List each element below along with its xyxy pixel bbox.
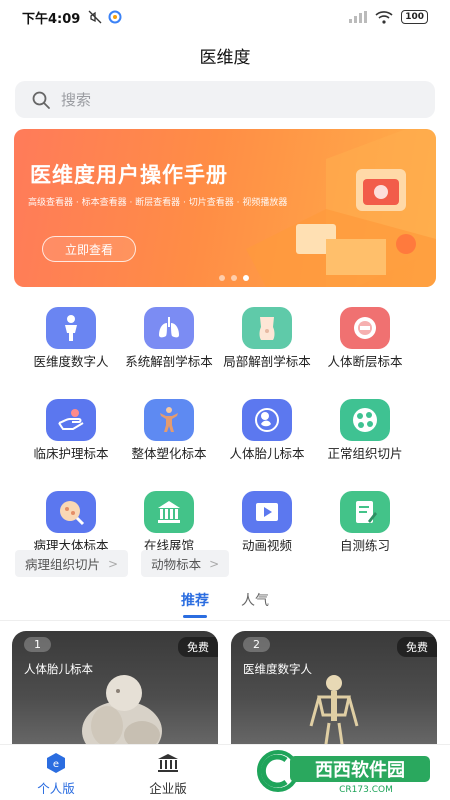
grid-item-systematic-anatomy[interactable]: 系统解剖学标本 xyxy=(120,307,218,391)
grid-item-label: 系统解剖学标本 xyxy=(125,354,213,369)
grid-item-regional-anatomy[interactable]: 局部解剖学标本 xyxy=(218,307,316,391)
status-time: 下午4:09 xyxy=(22,11,81,27)
grid-item-label: 医维度数字人 xyxy=(33,354,109,369)
divider xyxy=(0,620,450,621)
grid-item-label: 人体胎儿标本 xyxy=(229,446,305,461)
nav-label: 个人版 xyxy=(37,781,75,796)
search-input[interactable]: 搜索 xyxy=(15,81,435,118)
fetus-icon xyxy=(255,408,279,432)
content-tabs: 推荐 人气 xyxy=(0,590,450,618)
wifi-icon xyxy=(375,10,393,24)
grid-item-label: 人体断层标本 xyxy=(327,354,403,369)
hand-care-icon xyxy=(58,409,84,430)
search-placeholder: 搜索 xyxy=(61,91,92,109)
grid-item-label: 整体塑化标本 xyxy=(131,446,207,461)
content-card-fetus[interactable]: 1 免费 人体胎儿标本 xyxy=(12,631,218,751)
watermark-logo: 西西软件园 CR173.COM xyxy=(257,750,430,794)
tab-popular[interactable]: 人气 xyxy=(241,590,269,618)
watermark-url: CR173.COM xyxy=(339,785,393,794)
watermark-text: 西西软件园 xyxy=(315,759,405,781)
banner-view-button[interactable]: 立即查看 xyxy=(42,236,136,262)
grid-item-cross-section[interactable]: 人体断层标本 xyxy=(316,307,414,391)
carousel-dot-active xyxy=(243,275,249,281)
chevron-right-icon: > xyxy=(209,556,220,571)
grid-item-tissue-slice[interactable]: 正常组织切片 xyxy=(316,399,414,483)
card-title: 人体胎儿标本 xyxy=(24,662,93,676)
banner-title: 医维度用户操作手册 xyxy=(30,163,228,187)
human-body-icon xyxy=(65,315,77,341)
promo-banner[interactable]: 医维度用户操作手册 高级查看器 · 标本查看器 · 断层查看器 · 切片查看器 … xyxy=(14,129,436,287)
grid-item-label: 动画视频 xyxy=(241,538,292,553)
cross-section-icon xyxy=(354,317,376,339)
carousel-dot xyxy=(231,275,237,281)
grid-item-plastination[interactable]: 整体塑化标本 xyxy=(120,399,218,483)
personal-icon: e xyxy=(47,753,65,773)
carousel-dot xyxy=(219,275,225,281)
grid-item-label: 局部解剖学标本 xyxy=(223,354,311,369)
tissue-slice-icon xyxy=(353,408,377,432)
tab-recommended[interactable]: 推荐 xyxy=(181,590,209,618)
mute-icon xyxy=(88,10,102,24)
content-card-digital-human[interactable]: 2 免费 医维度数字人 xyxy=(231,631,437,751)
chevron-right-icon: > xyxy=(108,556,119,571)
museum-icon xyxy=(158,501,180,523)
enterprise-icon xyxy=(158,754,178,772)
pathology-icon xyxy=(60,501,85,526)
signal-icon xyxy=(349,11,368,23)
chip-label: 病理组织切片 xyxy=(25,557,101,572)
grid-item-animation-video[interactable]: 动画视频 xyxy=(218,491,316,575)
nav-personal[interactable]: e 个人版 xyxy=(0,745,112,800)
torso-icon xyxy=(259,317,275,340)
card-title: 医维度数字人 xyxy=(243,662,312,676)
quiz-icon xyxy=(356,501,377,523)
chip-pathology-slices[interactable]: 病理组织切片 > xyxy=(15,550,129,577)
search-icon xyxy=(32,91,50,109)
app-notification-icon xyxy=(108,10,122,24)
grid-item-clinical-nursing[interactable]: 临床护理标本 xyxy=(22,399,120,483)
card-rank: 1 xyxy=(24,637,51,652)
nav-label: 企业版 xyxy=(149,781,187,796)
page-title: 医维度 xyxy=(199,48,251,68)
chip-animal-specimens[interactable]: 动物标本 > xyxy=(141,550,230,577)
grid-item-label: 自测练习 xyxy=(339,538,390,553)
chip-label: 动物标本 xyxy=(151,557,202,572)
free-badge: 免费 xyxy=(397,637,437,657)
video-icon xyxy=(256,503,278,521)
category-chips: 病理组织切片 > 动物标本 > xyxy=(15,550,230,577)
grid-item-fetus[interactable]: 人体胎儿标本 xyxy=(218,399,316,483)
grid-item-label: 正常组织切片 xyxy=(327,446,403,461)
card-rank: 2 xyxy=(243,637,270,652)
banner-illustration xyxy=(246,129,436,287)
grid-item-digital-human[interactable]: 医维度数字人 xyxy=(22,307,120,391)
svg-text:e: e xyxy=(53,759,59,770)
banner-subtitle: 高级查看器 · 标本查看器 · 断层查看器 · 切片查看器 · 视频播放器 xyxy=(28,198,288,208)
grid-item-self-test[interactable]: 自测练习 xyxy=(316,491,414,575)
feature-grid: 医维度数字人 系统解剖学标本 局部解剖学标本 人体断层标本 临床护理标本 整体塑… xyxy=(22,307,432,575)
grid-item-label: 临床护理标本 xyxy=(33,446,109,461)
status-bar: 下午4:09 100 xyxy=(0,0,450,34)
battery-indicator: 100 xyxy=(401,10,428,24)
free-badge: 免费 xyxy=(178,637,218,657)
nav-enterprise[interactable]: 企业版 xyxy=(112,745,224,800)
plastinated-body-icon xyxy=(160,407,178,432)
lungs-icon xyxy=(159,317,179,338)
carousel-indicator xyxy=(219,275,249,281)
